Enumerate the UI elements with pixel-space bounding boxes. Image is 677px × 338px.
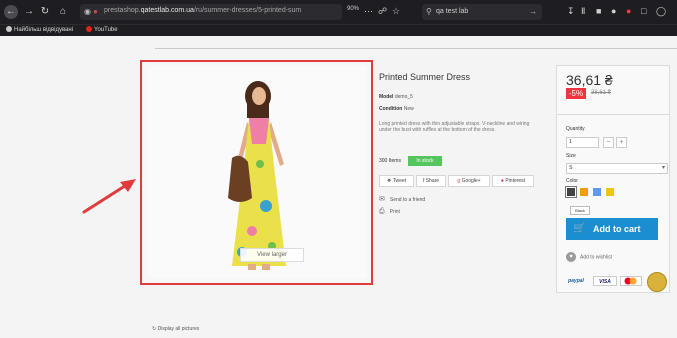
size-label: Size <box>566 153 576 159</box>
annotation-arrow-icon <box>82 179 136 214</box>
color-swatch-yellow[interactable] <box>605 187 615 197</box>
pinterest-button[interactable]: ● Pinterest <box>492 175 534 187</box>
google-plus-button[interactable]: g Google+ <box>448 175 490 187</box>
printer-icon: ⎙ <box>379 208 385 215</box>
add-to-cart-button[interactable]: 🛒 Add to cart <box>566 218 658 240</box>
share-button[interactable]: f Share <box>416 175 446 187</box>
color-tooltip: Black <box>570 206 590 215</box>
size-value: S <box>569 165 573 171</box>
quantity-plus-button[interactable]: + <box>616 137 627 148</box>
product-image-highlight: View larger <box>140 60 373 285</box>
search-text: qa test lab <box>436 8 469 15</box>
view-larger-button[interactable]: View larger <box>240 248 304 262</box>
add-to-cart-label: Add to cart <box>593 224 641 234</box>
mastercard-icon <box>624 277 637 285</box>
page-content: View larger Printed Summer Dress Model d… <box>0 36 677 338</box>
add-to-wishlist-link[interactable]: ♥ Add to wishlist <box>566 252 612 262</box>
more-icon[interactable]: ⋯ <box>364 5 373 17</box>
cart-icon: 🛒 <box>573 223 586 234</box>
send-to-friend-link[interactable]: ✉ Send to a friend <box>379 195 425 203</box>
envelope-icon: ✉ <box>379 196 385 203</box>
twitter-icon: ❖ <box>386 178 392 184</box>
screenshot-icon[interactable]: □ <box>641 5 646 17</box>
reload-icon[interactable]: ↻ <box>38 5 52 19</box>
color-swatch-blue[interactable] <box>592 187 602 197</box>
divider <box>557 114 669 115</box>
items-count: 300 Items <box>379 158 401 164</box>
stock-badge: In stock <box>408 156 442 166</box>
heart-icon: ♥ <box>566 252 576 262</box>
refresh-icon: ↻ <box>152 326 157 332</box>
product-image[interactable]: View larger <box>148 66 366 278</box>
browser-window: ← → ↻ ⌂ ◉ ● prestashop.qatestlab.com.ua/… <box>0 0 677 338</box>
discount-badge: -5% <box>566 88 586 99</box>
forward-icon[interactable]: → <box>22 5 36 19</box>
mastercard-logo <box>620 276 642 286</box>
color-label: Color <box>566 178 578 184</box>
back-icon[interactable]: ← <box>4 5 18 19</box>
old-price: 38,61 ₴ <box>591 90 612 96</box>
color-swatch-black[interactable] <box>565 186 577 198</box>
color-swatch-orange[interactable] <box>579 187 589 197</box>
product-condition: Condition New <box>379 106 414 112</box>
pinterest-icon: ● <box>500 178 504 184</box>
search-icon: ⚲ <box>426 7 432 16</box>
buy-box: 36,61 ₴ -5% 38,61 ₴ Quantity 1 − + Size … <box>556 65 670 293</box>
site-icon: ● <box>93 7 98 16</box>
bookmark-youtube[interactable]: YouTube <box>86 26 118 33</box>
product-model: Model demo_5 <box>379 94 413 100</box>
home-icon[interactable]: ⌂ <box>56 5 70 19</box>
zoom-level[interactable]: 90% <box>347 6 359 12</box>
extension-icon[interactable]: ● <box>626 5 631 17</box>
gear-icon <box>6 26 12 32</box>
sidebar-icon[interactable]: ■ <box>596 5 601 17</box>
menu-icon[interactable]: ◯ <box>656 5 666 17</box>
facebook-icon: f <box>422 178 425 184</box>
display-all-pictures-link[interactable]: ↻ Display all pictures <box>152 326 199 332</box>
paypal-logo: paypal <box>568 278 584 284</box>
bookmark-star-icon[interactable]: ☆ <box>392 5 400 17</box>
bookmarks-bar: Найбільш відвідувані YouTube <box>0 24 677 36</box>
download-icon[interactable]: ↧ <box>567 5 575 17</box>
price: 36,61 ₴ <box>566 72 613 88</box>
visa-logo: VISA <box>593 276 617 286</box>
guarantee-seal-icon <box>647 272 667 292</box>
youtube-icon <box>86 26 92 32</box>
google-icon: g <box>457 178 461 184</box>
quantity-label: Quantity <box>566 126 585 132</box>
library-icon[interactable]: Ⅱ <box>581 5 585 17</box>
dress-model-image <box>228 81 286 270</box>
product-description: Long printed dress with thin adjustable … <box>379 121 530 133</box>
search-bar[interactable]: ⚲ qa test lab → <box>422 4 542 20</box>
tweet-button[interactable]: ❖ Tweet <box>379 175 414 187</box>
go-arrow-icon[interactable]: → <box>529 7 537 17</box>
account-icon[interactable]: ● <box>611 5 616 17</box>
quantity-minus-button[interactable]: − <box>603 137 614 148</box>
url-bar[interactable]: ◉ ● prestashop.qatestlab.com.ua/ru/summe… <box>80 4 342 20</box>
product-title: Printed Summer Dress <box>379 72 471 82</box>
quantity-input[interactable]: 1 <box>566 137 599 148</box>
chevron-down-icon: ▾ <box>661 165 665 171</box>
print-link[interactable]: ⎙ Print <box>379 208 400 216</box>
bookmark-most-visited[interactable]: Найбільш відвідувані <box>6 26 73 33</box>
divider <box>155 48 677 49</box>
url-text: prestashop.qatestlab.com.ua/ru/summer-dr… <box>104 7 302 14</box>
pocket-icon[interactable]: ☍ <box>378 5 387 17</box>
size-select[interactable]: S ▾ <box>566 163 668 174</box>
shield-icon: ◉ <box>84 7 91 16</box>
browser-toolbar: ← → ↻ ⌂ ◉ ● prestashop.qatestlab.com.ua/… <box>0 0 677 24</box>
